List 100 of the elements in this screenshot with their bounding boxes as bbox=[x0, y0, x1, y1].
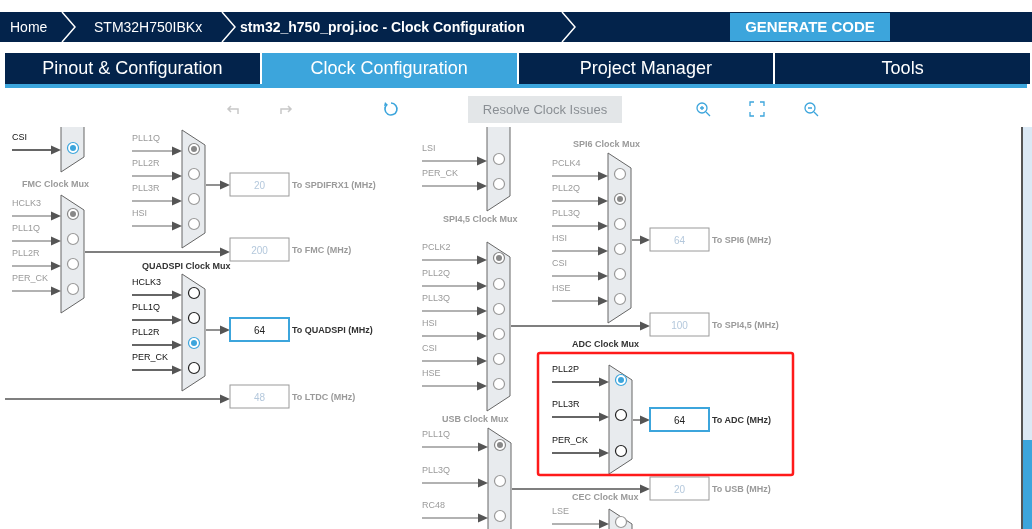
input-arrow bbox=[421, 281, 487, 291]
input-label: PLL1Q bbox=[422, 429, 451, 439]
chevron-icon bbox=[60, 12, 76, 42]
input-arrow bbox=[551, 271, 608, 281]
frequency-field[interactable] bbox=[229, 237, 290, 262]
radio-button[interactable] bbox=[66, 282, 80, 296]
input-label: HSI bbox=[132, 208, 147, 218]
radio-button[interactable] bbox=[66, 141, 80, 155]
input-label: PLL1Q bbox=[12, 223, 41, 233]
input-label: HCLK3 bbox=[12, 198, 41, 208]
input-label: PLL3Q bbox=[552, 208, 581, 218]
breadcrumb-item[interactable]: Home bbox=[10, 16, 48, 38]
radio-button[interactable] bbox=[493, 509, 507, 523]
frequency-field[interactable] bbox=[649, 312, 710, 337]
input-label: HCLK3 bbox=[132, 277, 161, 287]
radio-button[interactable] bbox=[187, 361, 201, 375]
radio-button[interactable] bbox=[613, 292, 627, 306]
radio-button[interactable] bbox=[187, 192, 201, 206]
radio-button[interactable] bbox=[613, 242, 627, 256]
radio-button[interactable] bbox=[492, 177, 506, 191]
scrollbar-thumb[interactable] bbox=[1023, 440, 1032, 529]
radio-button[interactable] bbox=[492, 277, 506, 291]
radio-button[interactable] bbox=[492, 352, 506, 366]
frequency-field[interactable] bbox=[229, 172, 290, 197]
frequency-field[interactable] bbox=[649, 227, 710, 252]
output-arrow bbox=[631, 235, 650, 245]
input-arrow bbox=[421, 381, 487, 391]
input-label: LSE bbox=[552, 506, 569, 516]
radio-button[interactable] bbox=[493, 438, 507, 452]
tab[interactable]: Tools bbox=[775, 53, 1030, 84]
output-arrow bbox=[205, 180, 230, 190]
input-label: PCLK4 bbox=[552, 158, 581, 168]
breadcrumb-item[interactable]: STM32H750IBKx bbox=[94, 16, 203, 38]
tab[interactable]: Pinout & Configuration bbox=[5, 53, 260, 84]
scrollbar-track[interactable] bbox=[1023, 127, 1032, 529]
refresh-icon[interactable] bbox=[383, 101, 399, 117]
radio-button[interactable] bbox=[613, 217, 627, 231]
input-arrow bbox=[551, 196, 608, 206]
tab[interactable]: Project Manager bbox=[518, 53, 774, 84]
radio-button[interactable] bbox=[493, 474, 507, 488]
zoom-out-icon[interactable] bbox=[803, 101, 819, 117]
radio-button[interactable] bbox=[66, 257, 80, 271]
input-arrow bbox=[421, 356, 487, 366]
radio-button[interactable] bbox=[187, 217, 201, 231]
input-arrow bbox=[551, 377, 609, 387]
frequency-field[interactable] bbox=[229, 317, 290, 342]
input-label: PLL3Q bbox=[422, 465, 451, 475]
frequency-value: 64 bbox=[253, 325, 266, 336]
fit-screen-icon[interactable] bbox=[749, 101, 765, 117]
radio-button[interactable] bbox=[613, 267, 627, 281]
radio-button[interactable] bbox=[187, 286, 201, 300]
input-label: CSI bbox=[422, 343, 437, 353]
frequency-field[interactable] bbox=[649, 407, 710, 432]
radio-button[interactable] bbox=[66, 232, 80, 246]
output-label: To SPDIFRX1 (MHz) bbox=[292, 180, 376, 190]
input-label: PLL3Q bbox=[422, 293, 451, 303]
input-label: PCLK2 bbox=[422, 242, 451, 252]
radio-button[interactable] bbox=[614, 444, 628, 458]
radio-button[interactable] bbox=[187, 167, 201, 181]
input-arrow bbox=[421, 331, 487, 341]
chevron-icon bbox=[220, 12, 236, 42]
breadcrumb-item[interactable]: stm32_h750_proj.ioc - Clock Configuration bbox=[240, 16, 525, 38]
radio-button[interactable] bbox=[492, 377, 506, 391]
zoom-in-icon[interactable] bbox=[695, 101, 711, 117]
input-label: PLL2R bbox=[132, 327, 160, 337]
chevron-icon bbox=[560, 12, 576, 42]
input-arrow bbox=[131, 221, 182, 231]
radio-button[interactable] bbox=[614, 408, 628, 422]
mux-title: QUADSPI Clock Mux bbox=[142, 261, 231, 271]
input-label: HSE bbox=[422, 368, 441, 378]
radio-button[interactable] bbox=[66, 207, 80, 221]
input-label: HSE bbox=[552, 283, 571, 293]
input-label: CSI bbox=[12, 132, 27, 142]
radio-button[interactable] bbox=[187, 142, 201, 156]
radio-button[interactable] bbox=[492, 327, 506, 341]
radio-button[interactable] bbox=[187, 336, 201, 350]
output-label: To SPI4,5 (MHz) bbox=[712, 320, 779, 330]
radio-button[interactable] bbox=[187, 311, 201, 325]
input-arrow bbox=[421, 181, 487, 191]
mux-block bbox=[60, 127, 85, 173]
input-arrow bbox=[131, 365, 182, 375]
radio-button[interactable] bbox=[614, 373, 628, 387]
input-label: HSI bbox=[552, 233, 567, 243]
input-arrow bbox=[11, 286, 61, 296]
frequency-field[interactable] bbox=[229, 384, 290, 409]
radio-button[interactable] bbox=[613, 167, 627, 181]
input-arrow bbox=[131, 171, 182, 181]
radio-button[interactable] bbox=[492, 302, 506, 316]
radio-button[interactable] bbox=[613, 192, 627, 206]
input-label: PLL2Q bbox=[422, 268, 451, 278]
input-label: PLL1Q bbox=[132, 302, 161, 312]
radio-button[interactable] bbox=[492, 251, 506, 265]
frequency-value: 64 bbox=[673, 415, 686, 426]
radio-button[interactable] bbox=[492, 152, 506, 166]
output-label: To ADC (MHz) bbox=[712, 415, 771, 425]
frequency-field[interactable] bbox=[649, 476, 710, 501]
radio-button[interactable] bbox=[614, 515, 628, 529]
frequency-value: 200 bbox=[251, 245, 268, 256]
input-arrow bbox=[551, 519, 609, 529]
output-label: To FMC (MHz) bbox=[292, 245, 352, 255]
